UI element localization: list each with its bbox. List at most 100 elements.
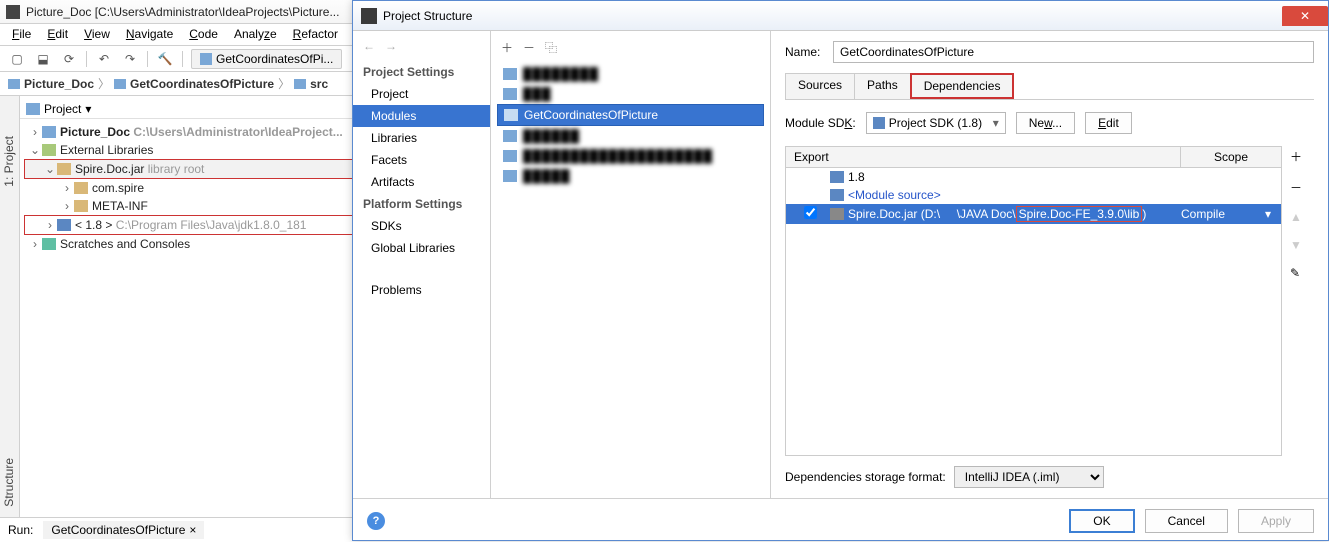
copy-icon[interactable]: ⿻: [545, 39, 557, 56]
module-name-input[interactable]: [833, 41, 1314, 63]
menu-file[interactable]: File: [4, 24, 39, 45]
tab-paths[interactable]: Paths: [854, 73, 911, 99]
edit-dep-icon[interactable]: ✎: [1290, 266, 1314, 280]
help-icon[interactable]: ?: [367, 512, 385, 530]
app-icon: [6, 5, 20, 19]
module-item[interactable]: ████████: [497, 64, 764, 84]
nav-section: Project Settings: [353, 61, 490, 83]
module-item[interactable]: █████: [497, 166, 764, 186]
expand-icon[interactable]: ›: [43, 218, 57, 232]
expand-icon[interactable]: ›: [28, 237, 42, 251]
detail-tabs: Sources Paths Dependencies: [785, 73, 1314, 100]
close-button[interactable]: ✕: [1282, 6, 1328, 26]
new-sdk-button[interactable]: New...: [1016, 112, 1075, 134]
nav-libraries[interactable]: Libraries: [353, 127, 490, 149]
storage-select[interactable]: IntelliJ IDEA (.iml): [954, 466, 1104, 488]
expand-icon[interactable]: ›: [60, 199, 74, 213]
module-item-selected[interactable]: GetCoordinatesOfPicture: [497, 104, 764, 126]
library-icon: [42, 144, 56, 156]
menu-edit[interactable]: Edit: [39, 24, 76, 45]
col-scope[interactable]: Scope: [1181, 147, 1281, 167]
toolbar-save-icon[interactable]: ⬓: [34, 50, 52, 68]
folder-icon: [114, 79, 126, 89]
toolbar-undo-icon[interactable]: ↶: [95, 50, 113, 68]
forward-icon[interactable]: →: [385, 39, 397, 53]
ok-button[interactable]: OK: [1069, 509, 1134, 533]
left-tool-strip: 1: Project Structure: [0, 96, 20, 517]
menu-navigate[interactable]: Navigate: [118, 24, 181, 45]
crumb-3[interactable]: src: [294, 77, 328, 91]
panel-title: Project: [44, 102, 81, 116]
dialog-title-bar[interactable]: Project Structure ✕: [353, 1, 1328, 31]
nav-modules[interactable]: Modules: [353, 105, 490, 127]
crumb-2[interactable]: GetCoordinatesOfPicture: [114, 77, 274, 91]
toolbar-redo-icon[interactable]: ↷: [121, 50, 139, 68]
window-title: Picture_Doc [C:\Users\Administrator\Idea…: [26, 5, 339, 19]
close-icon[interactable]: ×: [189, 523, 196, 537]
run-tab[interactable]: GetCoordinatesOfPicture ×: [43, 521, 204, 539]
move-up-icon[interactable]: ▲: [1290, 210, 1314, 224]
editor-tab[interactable]: GetCoordinatesOfPi...: [191, 49, 342, 69]
run-label: Run:: [8, 523, 33, 537]
move-down-icon[interactable]: ▼: [1290, 238, 1314, 252]
crumb-1[interactable]: Picture_Doc: [8, 77, 94, 91]
collapse-icon[interactable]: ⌄: [43, 162, 57, 176]
col-export[interactable]: Export: [786, 147, 1181, 167]
tool-tab-project[interactable]: 1: Project: [2, 136, 16, 187]
toolbar-open-icon[interactable]: ▢: [8, 50, 26, 68]
back-icon[interactable]: ←: [363, 39, 375, 53]
nav-artifacts[interactable]: Artifacts: [353, 171, 490, 193]
chevron-right-icon: 〉: [98, 75, 110, 92]
nav-facets[interactable]: Facets: [353, 149, 490, 171]
module-item[interactable]: ███: [497, 84, 764, 104]
menu-view[interactable]: View: [76, 24, 118, 45]
chevron-down-icon[interactable]: ▾: [1265, 207, 1271, 221]
expand-icon[interactable]: ›: [60, 181, 74, 195]
dep-row-module-source[interactable]: <Module source>: [786, 186, 1281, 204]
module-icon: [503, 68, 517, 80]
nav-problems[interactable]: Problems: [353, 279, 490, 301]
dep-row-jdk[interactable]: 1.8: [786, 168, 1281, 186]
apply-button[interactable]: Apply: [1238, 509, 1314, 533]
export-checkbox[interactable]: [804, 206, 817, 219]
collapse-icon[interactable]: ⌄: [28, 143, 42, 157]
menu-refactor[interactable]: Refactor: [285, 24, 346, 45]
tool-tab-structure[interactable]: Structure: [2, 458, 16, 507]
module-icon: [503, 170, 517, 182]
module-icon: [503, 88, 517, 100]
dropdown-icon[interactable]: ▾: [85, 102, 91, 116]
modules-list: ＋ － ⿻ ████████ ███ GetCoordinatesOfPictu…: [491, 31, 771, 498]
module-item[interactable]: ██████: [497, 126, 764, 146]
module-item[interactable]: ████████████████████: [497, 146, 764, 166]
jar-icon: [57, 163, 71, 175]
nav-project[interactable]: Project: [353, 83, 490, 105]
module-icon: [830, 189, 844, 201]
dep-sidebar: ＋ － ▲ ▼ ✎: [1290, 146, 1314, 456]
menu-code[interactable]: Code: [181, 24, 226, 45]
tab-sources[interactable]: Sources: [785, 73, 855, 99]
storage-label: Dependencies storage format:: [785, 470, 946, 484]
module-sdk-select[interactable]: Project SDK (1.8) ▾: [866, 112, 1006, 134]
scratch-icon: [42, 238, 56, 250]
name-label: Name:: [785, 45, 833, 59]
add-dep-icon[interactable]: ＋: [1290, 148, 1314, 165]
project-icon: [26, 103, 40, 115]
tab-dependencies[interactable]: Dependencies: [910, 73, 1015, 99]
dep-row-spire-jar[interactable]: Spire.Doc.jar (D:\ \JAVA Doc\Spire.Doc-F…: [786, 204, 1281, 224]
dialog-footer: ? OK Cancel Apply: [353, 498, 1328, 542]
add-icon[interactable]: ＋: [501, 39, 513, 56]
nav-global-libs[interactable]: Global Libraries: [353, 237, 490, 259]
cancel-button[interactable]: Cancel: [1145, 509, 1228, 533]
nav-sdks[interactable]: SDKs: [353, 215, 490, 237]
edit-sdk-button[interactable]: Edit: [1085, 112, 1132, 134]
dependencies-table: Export Scope 1.8 <Module: [785, 146, 1282, 456]
menu-analyze[interactable]: Analyze: [226, 24, 285, 45]
toolbar-hammer-icon[interactable]: 🔨: [156, 50, 174, 68]
remove-icon[interactable]: －: [523, 39, 535, 56]
module-sdk-label: Module SDK:: [785, 116, 856, 130]
editor-tab-label: GetCoordinatesOfPi...: [216, 52, 333, 66]
toolbar-sync-icon[interactable]: ⟳: [60, 50, 78, 68]
remove-dep-icon[interactable]: －: [1290, 179, 1314, 196]
package-icon: [74, 182, 88, 194]
expand-icon[interactable]: ›: [28, 125, 42, 139]
